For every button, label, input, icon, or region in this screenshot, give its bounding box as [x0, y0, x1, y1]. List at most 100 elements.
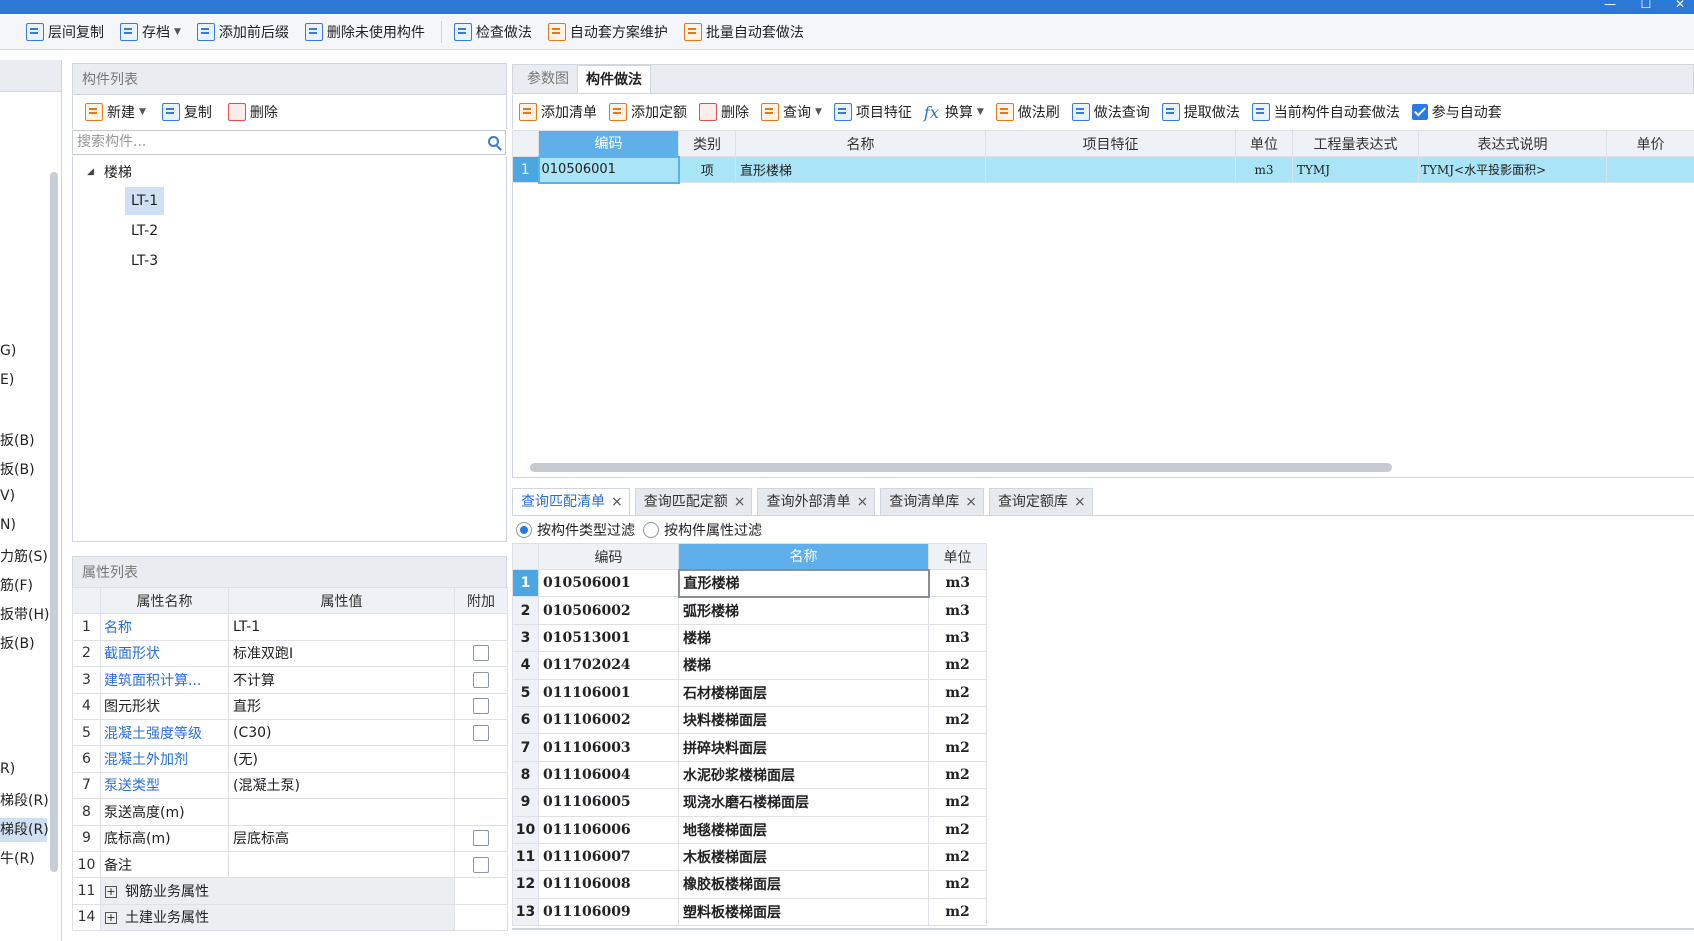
tree-item-lt2[interactable]: LT-2: [125, 217, 164, 245]
property-group-row[interactable]: 14 + 土建业务属性: [72, 903, 508, 932]
copy-floor-button[interactable]: 层间复制: [20, 18, 110, 46]
match-cell-code[interactable]: 011106002: [538, 705, 679, 735]
add-prefix-button[interactable]: 添加前后缀: [191, 18, 295, 46]
property-value[interactable]: (C30): [228, 718, 455, 747]
extract-method-button[interactable]: 提取做法: [1161, 102, 1240, 122]
feature-button[interactable]: 项目特征: [833, 102, 912, 122]
left-nav-item[interactable]: 梯段(R): [0, 819, 49, 839]
match-cell-name[interactable]: 拼碎块料面层: [678, 733, 929, 762]
tab-query-quota-library[interactable]: 查询定额库 ×: [988, 488, 1093, 515]
batch-auto-button[interactable]: 批量自动套做法: [678, 18, 810, 46]
match-cell-code[interactable]: 011106007: [538, 842, 679, 872]
left-nav-item[interactable]: 力筋(S): [0, 546, 48, 566]
left-nav-item[interactable]: 牛(R): [0, 848, 35, 868]
method-cell-name[interactable]: 直形楼梯: [735, 156, 986, 183]
checkbox[interactable]: [473, 724, 489, 741]
match-cell-code[interactable]: 011106009: [538, 897, 679, 927]
close-tab-icon[interactable]: ×: [1074, 494, 1086, 510]
left-nav-item[interactable]: 扳(B): [0, 459, 35, 479]
match-cell-code[interactable]: 011702024: [538, 651, 679, 680]
minimize-icon[interactable]: —: [1600, 0, 1620, 14]
match-cell-code[interactable]: 010513001: [538, 623, 679, 653]
match-cell-unit[interactable]: m2: [928, 733, 987, 762]
search-icon[interactable]: [488, 136, 499, 147]
left-nav-item[interactable]: V): [0, 488, 15, 504]
tab-component-method[interactable]: 构件做法: [577, 65, 651, 93]
property-value[interactable]: 标准双跑I: [228, 639, 455, 668]
match-header-unit[interactable]: 单位: [928, 543, 987, 570]
left-nav-item[interactable]: R): [0, 761, 15, 777]
attr-filter-label[interactable]: 按构件属性过滤: [664, 520, 762, 540]
match-cell-unit[interactable]: m2: [928, 651, 987, 680]
property-row[interactable]: 8 泵送高度(m): [72, 798, 508, 826]
method-cell-type[interactable]: 项: [678, 156, 736, 183]
match-cell-unit[interactable]: m2: [928, 815, 987, 844]
match-cell-name[interactable]: 塑料板楼梯面层: [678, 897, 929, 927]
match-cell-unit[interactable]: m3: [928, 623, 987, 653]
method-header-feature[interactable]: 项目特征: [985, 130, 1236, 157]
match-header-code[interactable]: 编码: [538, 543, 679, 570]
match-row[interactable]: 3 010513001 楼梯 m3: [512, 623, 987, 653]
match-cell-unit[interactable]: m3: [928, 568, 987, 598]
close-tab-icon[interactable]: ×: [965, 494, 977, 510]
match-row[interactable]: 5 011106001 石材楼梯面层 m2: [512, 678, 987, 707]
checkbox[interactable]: [473, 830, 489, 847]
query-button[interactable]: 查询 ▼: [761, 102, 822, 122]
method-row[interactable]: 1 010506001 项 直形楼梯 m3 TYMJ TYMJ<水平投影面积>: [512, 155, 1694, 184]
method-header-expr[interactable]: 工程量表达式: [1292, 130, 1419, 157]
property-row[interactable]: 9 底标高(m) 层底标高: [72, 824, 508, 852]
component-search-input[interactable]: 搜索构件...: [72, 130, 506, 155]
left-nav-item[interactable]: 扳(B): [0, 633, 35, 653]
property-row[interactable]: 7 泵送类型 (混凝土泵): [72, 771, 508, 800]
participate-auto-checkbox[interactable]: 参与自动套: [1411, 102, 1502, 122]
checkbox-checked-icon[interactable]: [1411, 104, 1428, 120]
check-method-button[interactable]: 检查做法: [448, 18, 538, 46]
match-row[interactable]: 1 010506001 直形楼梯 m3: [512, 568, 987, 598]
match-cell-unit[interactable]: m2: [928, 760, 987, 790]
maximize-icon[interactable]: ☐: [1636, 0, 1656, 14]
expand-plus-icon[interactable]: +: [105, 885, 117, 898]
convert-button[interactable]: fx 换算 ▼: [924, 102, 984, 122]
copy-component-button[interactable]: 复制: [156, 98, 218, 126]
close-icon[interactable]: ✕: [1670, 0, 1690, 14]
match-cell-code[interactable]: 011106008: [538, 870, 679, 899]
tab-query-external-list[interactable]: 查询外部清单 ×: [757, 488, 876, 515]
tab-query-list-library[interactable]: 查询清单库 ×: [880, 488, 984, 515]
match-row[interactable]: 13 011106009 塑料板楼梯面层 m2: [512, 897, 987, 927]
property-value[interactable]: (混凝土泵): [228, 771, 455, 800]
add-quota-button[interactable]: 添加定额: [609, 102, 687, 122]
match-cell-unit[interactable]: m2: [928, 705, 987, 735]
property-value[interactable]: [228, 798, 455, 826]
match-row[interactable]: 12 011106008 橡胶板楼梯面层 m2: [512, 870, 987, 899]
match-cell-name[interactable]: 块料楼梯面层: [678, 705, 929, 735]
match-header-name[interactable]: 名称: [678, 543, 929, 570]
property-value[interactable]: 直形: [228, 692, 455, 720]
method-header-name[interactable]: 名称: [735, 130, 986, 157]
radio-attr-filter[interactable]: [643, 522, 659, 538]
new-component-button[interactable]: 新建 ▼: [79, 98, 152, 126]
delete-unused-button[interactable]: 删除未使用构件: [299, 18, 431, 46]
delete-component-button[interactable]: 删除: [222, 98, 284, 126]
property-value[interactable]: 层底标高: [228, 824, 455, 852]
match-row[interactable]: 9 011106005 现浇水磨石楼梯面层 m2: [512, 788, 987, 817]
left-nav-item[interactable]: G): [0, 343, 16, 359]
archive-button[interactable]: 存档 ▼: [114, 18, 187, 46]
tree-item-lt1[interactable]: LT-1: [125, 187, 165, 215]
match-cell-name[interactable]: 直形楼梯: [677, 568, 930, 598]
match-cell-code[interactable]: 011106003: [538, 733, 679, 762]
left-nav-item[interactable]: E): [0, 372, 14, 388]
tab-param-diagram[interactable]: 参数图: [519, 65, 577, 93]
checkbox[interactable]: [473, 671, 489, 688]
match-cell-unit[interactable]: m2: [928, 842, 987, 872]
match-cell-name[interactable]: 橡胶板楼梯面层: [678, 870, 929, 899]
collapse-triangle-icon[interactable]: ◢: [87, 167, 94, 177]
close-tab-icon[interactable]: ×: [856, 494, 868, 510]
match-cell-code[interactable]: 011106005: [538, 788, 679, 817]
property-row[interactable]: 4 图元形状 直形: [72, 692, 508, 720]
tree-node-stairs[interactable]: ◢ 楼梯: [87, 162, 132, 182]
checkbox[interactable]: [473, 698, 489, 715]
left-nav-item[interactable]: 扳(B): [0, 430, 35, 450]
match-row[interactable]: 11 011106007 木板楼梯面层 m2: [512, 842, 987, 872]
method-header-desc[interactable]: 表达式说明: [1418, 130, 1607, 157]
match-cell-code[interactable]: 011106004: [538, 760, 679, 790]
